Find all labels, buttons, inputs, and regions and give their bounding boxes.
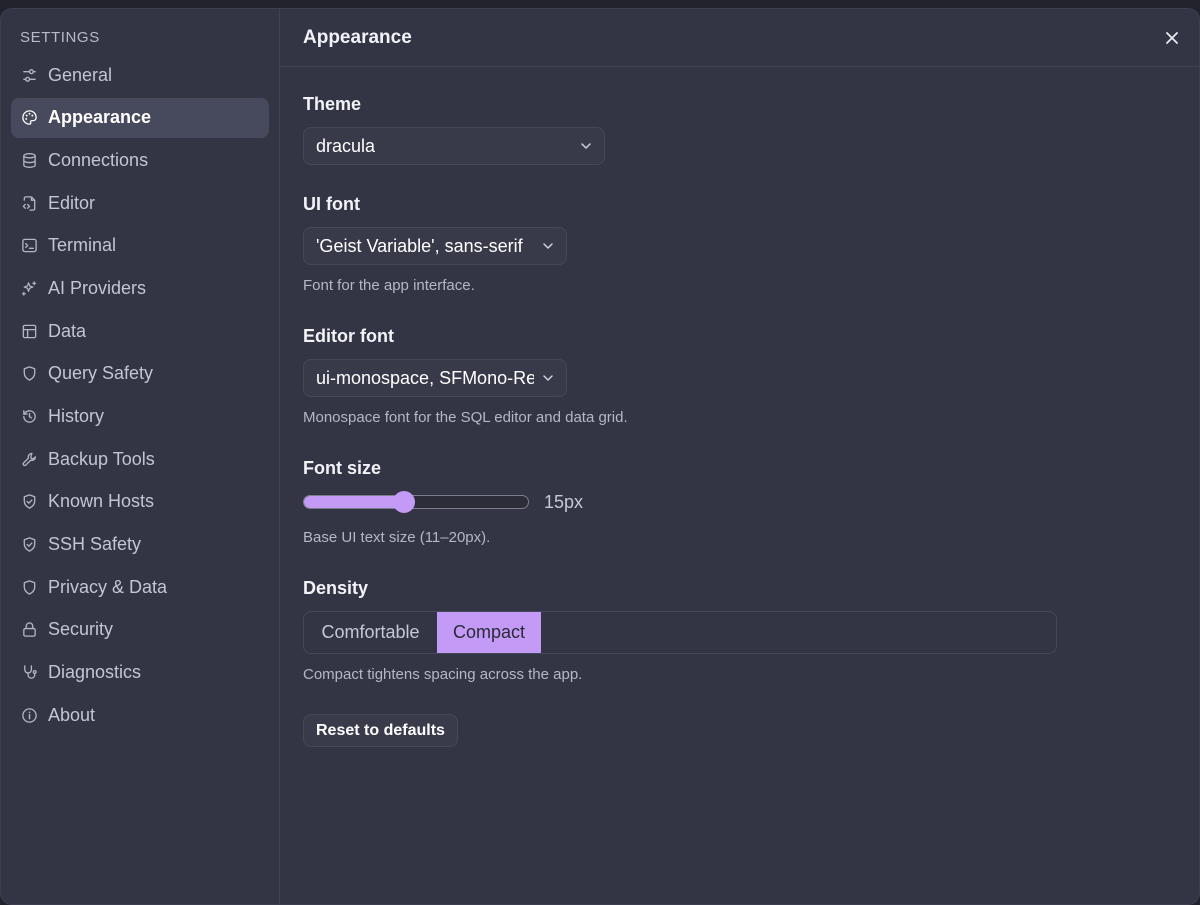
theme-section: Theme dracula	[303, 93, 1176, 193]
editor-font-label: Editor font	[303, 326, 394, 346]
sidebar-item-label: Connections	[48, 149, 149, 170]
theme-select[interactable]: dracula	[303, 127, 605, 165]
ui-font-select[interactable]: 'Geist Variable', sans-serif	[303, 227, 567, 265]
sidebar-item-privacy-data[interactable]: Privacy & Data	[11, 567, 269, 607]
sidebar-item-label: Query Safety	[48, 363, 154, 384]
font-size-value: 15px	[544, 491, 584, 512]
sidebar-item-label: Known Hosts	[48, 491, 155, 512]
table-icon	[20, 322, 38, 340]
density-help: Compact tightens spacing across the app.	[303, 666, 583, 683]
reset-to-defaults-button[interactable]: Reset to defaults	[303, 714, 458, 747]
sidebar-item-editor[interactable]: Editor	[11, 183, 269, 223]
close-icon	[1166, 32, 1178, 44]
editor-font-select[interactable]: ui-monospace, SFMono-Regular	[303, 359, 567, 397]
sidebar-item-known-hosts[interactable]: Known Hosts	[11, 482, 269, 522]
ui-font-label: UI font	[303, 194, 360, 214]
sidebar-item-label: SSH Safety	[48, 534, 142, 555]
sidebar-item-label: Diagnostics	[48, 662, 142, 683]
density-option-compact[interactable]: Compact	[437, 612, 541, 653]
sidebar-item-terminal[interactable]: Terminal	[11, 226, 269, 266]
sidebar-item-history[interactable]: History	[11, 397, 269, 437]
density-segmented-control: Comfortable Compact	[303, 611, 1057, 654]
font-size-section: Font size 15px Base UI text size (11–20p…	[303, 457, 1176, 577]
sparkles-icon	[20, 279, 38, 297]
shield-icon	[20, 365, 38, 383]
sidebar-item-connections[interactable]: Connections	[11, 140, 269, 180]
editor-font-section: Editor font ui-monospace, SFMono-Regular…	[303, 325, 1176, 457]
appearance-form: Theme dracula UI font 'Geist Variable', …	[280, 67, 1199, 747]
sidebar-item-diagnostics[interactable]: Diagnostics	[11, 653, 269, 693]
chevron-down-icon	[540, 238, 556, 254]
history-icon	[20, 408, 38, 426]
ui-font-section: UI font 'Geist Variable', sans-serif Fon…	[303, 193, 1176, 325]
sidebar-item-label: Editor	[48, 192, 96, 213]
sidebar-item-general[interactable]: General	[11, 55, 269, 95]
density-option-comfortable[interactable]: Comfortable	[304, 612, 437, 653]
lock-icon	[20, 621, 38, 639]
shield-check-icon	[20, 536, 38, 554]
sidebar-item-ssh-safety[interactable]: SSH Safety	[11, 525, 269, 565]
settings-main: Appearance Theme dracula UI font 'Geist …	[280, 9, 1199, 904]
font-size-slider[interactable]	[303, 491, 529, 513]
code-file-icon	[20, 194, 38, 212]
sidebar-item-label: General	[48, 64, 113, 85]
shield-check-icon	[20, 493, 38, 511]
terminal-icon	[20, 237, 38, 255]
sidebar-item-label: Appearance	[48, 107, 152, 128]
editor-font-select-value: ui-monospace, SFMono-Regular	[316, 367, 534, 388]
wrench-icon	[20, 450, 38, 468]
slider-fill	[304, 496, 405, 508]
main-header: Appearance	[280, 9, 1199, 67]
theme-label: Theme	[303, 94, 362, 114]
font-size-label: Font size	[303, 458, 382, 478]
palette-icon	[20, 109, 38, 127]
density-label: Density	[303, 578, 369, 598]
chevron-down-icon	[578, 138, 594, 154]
settings-dialog: SETTINGS General Appearance Connections Edi…	[0, 8, 1200, 905]
sidebar-title: SETTINGS	[20, 29, 100, 46]
database-icon	[20, 151, 38, 169]
sidebar-item-label: Security	[48, 619, 114, 640]
sidebar-item-security[interactable]: Security	[11, 610, 269, 650]
sidebar-item-about[interactable]: About	[11, 695, 269, 735]
chevron-down-icon	[540, 370, 556, 386]
sidebar-item-query-safety[interactable]: Query Safety	[11, 354, 269, 394]
sidebar-item-label: History	[48, 406, 105, 426]
sidebar-item-label: About	[48, 704, 96, 725]
sidebar-item-label: Backup Tools	[48, 448, 155, 469]
font-size-help: Base UI text size (11–20px).	[303, 529, 491, 546]
theme-select-value: dracula	[316, 135, 376, 156]
close-button[interactable]	[1161, 27, 1183, 49]
editor-font-help: Monospace font for the SQL editor and da…	[303, 409, 628, 426]
sliders-icon	[20, 66, 38, 84]
sidebar-item-data[interactable]: Data	[11, 311, 269, 351]
sidebar-item-label: Privacy & Data	[48, 576, 168, 597]
slider-thumb[interactable]	[393, 491, 416, 513]
sidebar-item-ai-providers[interactable]: AI Providers	[11, 268, 269, 308]
density-section: Density Comfortable Compact Compact tight…	[303, 577, 1176, 714]
font-size-row: 15px	[303, 489, 1176, 515]
sidebar-item-label: Data	[48, 320, 87, 341]
ui-font-help: Font for the app interface.	[303, 277, 475, 294]
settings-sidebar: SETTINGS General Appearance Connections Edi…	[1, 9, 280, 904]
page-title: Appearance	[303, 26, 412, 48]
shield-icon	[20, 578, 38, 596]
sidebar-item-appearance[interactable]: Appearance	[11, 97, 269, 138]
ui-font-select-value: 'Geist Variable', sans-serif	[316, 235, 523, 256]
sidebar-item-label: Terminal	[48, 235, 117, 256]
sidebar-nav: General Appearance Connections Editor Termin…	[11, 55, 269, 735]
info-icon	[20, 706, 38, 724]
sidebar-item-label: AI Providers	[48, 277, 147, 298]
stethoscope-icon	[20, 664, 38, 682]
sidebar-item-backup-tools[interactable]: Backup Tools	[11, 439, 269, 479]
